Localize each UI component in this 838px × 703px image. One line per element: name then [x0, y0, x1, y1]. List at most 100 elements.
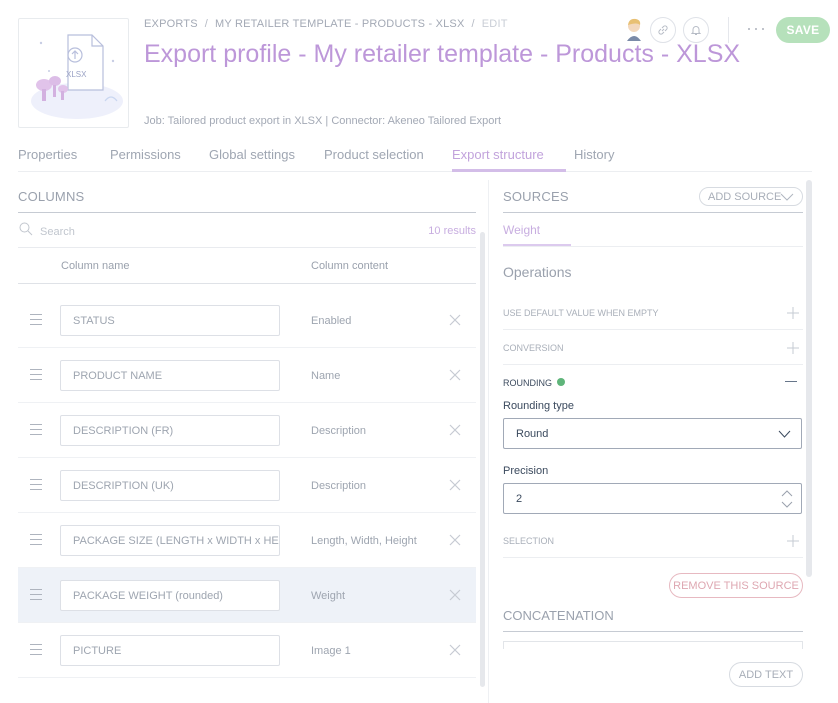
export-file-illustration: XLSX: [31, 34, 123, 119]
plus-icon[interactable]: [787, 307, 799, 319]
top-actions: ··· SAVE: [608, 14, 838, 46]
columns-scrollbar[interactable]: [480, 232, 485, 687]
table-row[interactable]: DESCRIPTION (UK) Description: [18, 458, 476, 513]
column-name-input[interactable]: STATUS: [60, 305, 280, 336]
notifications-button[interactable]: [683, 17, 709, 43]
add-source-button[interactable]: ADD SOURCE: [699, 187, 803, 206]
breadcrumb-exports[interactable]: EXPORTS: [144, 18, 198, 30]
column-name-input[interactable]: PACKAGE WEIGHT (rounded): [60, 580, 280, 611]
column-content-header: Column content: [311, 260, 389, 272]
tab-properties[interactable]: Properties: [18, 147, 77, 162]
precision-value: 2: [516, 492, 523, 505]
minus-icon[interactable]: [785, 381, 797, 382]
tab-history[interactable]: History: [574, 147, 614, 162]
operation-selection[interactable]: SELECTION: [503, 524, 803, 558]
breadcrumb-separator: /: [471, 18, 475, 30]
operation-label: USE DEFAULT VALUE WHEN EMPTY: [503, 308, 659, 318]
plus-icon[interactable]: [787, 342, 799, 354]
tab-export-structure[interactable]: Export structure: [452, 147, 544, 162]
sources-scrollbar[interactable]: [806, 180, 812, 577]
close-icon[interactable]: [448, 533, 462, 547]
column-name-input[interactable]: PICTURE: [60, 635, 280, 666]
stepper-icon[interactable]: [781, 489, 793, 509]
chevron-down-icon: [780, 193, 794, 201]
more-actions-button[interactable]: ···: [746, 18, 767, 39]
table-row[interactable]: PICTURE Image 1: [18, 623, 476, 678]
rounding-type-value: Round: [516, 427, 549, 440]
save-button[interactable]: SAVE: [776, 17, 830, 43]
table-row[interactable]: PACKAGE SIZE (LENGTH x WIDTH x HEIGI Len…: [18, 513, 476, 568]
close-icon[interactable]: [448, 368, 462, 382]
table-row[interactable]: DESCRIPTION (FR) Description: [18, 403, 476, 458]
column-content: Enabled: [311, 315, 352, 327]
status-dot: [557, 378, 565, 386]
drag-handle-icon[interactable]: [30, 589, 42, 601]
link-icon: [658, 25, 668, 35]
operation-label: CONVERSION: [503, 343, 564, 353]
drag-handle-icon[interactable]: [30, 314, 42, 326]
column-name-input[interactable]: PRODUCT NAME: [60, 360, 280, 391]
add-text-button[interactable]: ADD TEXT: [729, 662, 803, 687]
table-row[interactable]: STATUS Enabled: [18, 293, 476, 348]
columns-title: COLUMNS: [18, 189, 85, 204]
link-button[interactable]: [650, 17, 676, 43]
tab-permissions[interactable]: Permissions: [110, 147, 181, 162]
table-row[interactable]: PRODUCT NAME Name: [18, 348, 476, 403]
add-source-label: ADD SOURCE: [708, 190, 782, 203]
table-header-divider: [18, 283, 476, 284]
precision-label: Precision: [503, 465, 549, 477]
column-content: Description: [311, 425, 367, 437]
tab-product-selection[interactable]: Product selection: [324, 147, 424, 162]
precision-input[interactable]: 2: [503, 483, 802, 514]
sources-title-divider: [503, 212, 803, 213]
close-icon[interactable]: [448, 478, 462, 492]
chevron-down-icon: [778, 430, 791, 438]
column-content: Description: [311, 480, 367, 492]
user-avatar-icon[interactable]: [622, 16, 646, 42]
results-count: 10 results: [428, 225, 476, 237]
breadcrumb-separator: /: [204, 18, 209, 30]
close-icon[interactable]: [448, 588, 462, 602]
close-icon[interactable]: [448, 643, 462, 657]
operations-title: Operations: [503, 264, 572, 280]
columns-list: STATUS Enabled PRODUCT NAME Name DESCRIP…: [18, 293, 476, 678]
table-row-selected[interactable]: PACKAGE WEIGHT (rounded) Weight: [18, 568, 476, 623]
column-name-input[interactable]: DESCRIPTION (FR): [60, 415, 280, 446]
export-thumbnail: XLSX: [18, 18, 129, 128]
drag-handle-icon[interactable]: [30, 424, 42, 436]
breadcrumb-current: EDIT: [481, 18, 508, 30]
drag-handle-icon[interactable]: [30, 644, 42, 656]
search-input[interactable]: [40, 224, 400, 240]
svg-text:XLSX: XLSX: [66, 70, 87, 79]
operation-conversion[interactable]: CONVERSION: [503, 331, 803, 365]
column-name-input[interactable]: DESCRIPTION (UK): [60, 470, 280, 501]
column-content: Weight: [311, 590, 346, 602]
remove-source-button[interactable]: REMOVE THIS SOURCE: [669, 573, 803, 598]
rounding-label: ROUNDING: [503, 378, 552, 388]
column-name-header: Column name: [61, 260, 130, 272]
breadcrumb-profile[interactable]: MY RETAILER TEMPLATE - PRODUCTS - XLSX: [215, 18, 464, 30]
column-content: Image 1: [311, 645, 351, 657]
search-icon: [19, 222, 33, 236]
close-icon[interactable]: [448, 423, 462, 437]
concatenation-area: [503, 641, 803, 649]
operation-label: SELECTION: [503, 536, 555, 546]
active-tab-indicator: [452, 169, 566, 172]
close-icon[interactable]: [448, 313, 462, 327]
rounding-type-select[interactable]: Round: [503, 418, 802, 449]
drag-handle-icon[interactable]: [30, 479, 42, 491]
tab-global-settings[interactable]: Global settings: [209, 147, 295, 162]
source-tab-weight[interactable]: Weight: [503, 223, 540, 237]
panel-divider: [488, 180, 489, 703]
sources-title: SOURCES: [503, 189, 569, 204]
drag-handle-icon[interactable]: [30, 369, 42, 381]
column-name-input[interactable]: PACKAGE SIZE (LENGTH x WIDTH x HEIGI: [60, 525, 280, 556]
column-content: Name: [311, 370, 341, 382]
drag-handle-icon[interactable]: [30, 534, 42, 546]
page: XLSX EXPORTS / MY RETAILER TEMPLATE - PROD…: [0, 0, 838, 703]
job-connector-info: Job: Tailored product export in XLSX | C…: [144, 115, 502, 127]
operation-default-value[interactable]: USE DEFAULT VALUE WHEN EMPTY: [503, 296, 803, 330]
column-content: Length, Width, Height: [311, 535, 417, 547]
plus-icon[interactable]: [787, 535, 799, 547]
columns-title-divider: [18, 212, 476, 213]
